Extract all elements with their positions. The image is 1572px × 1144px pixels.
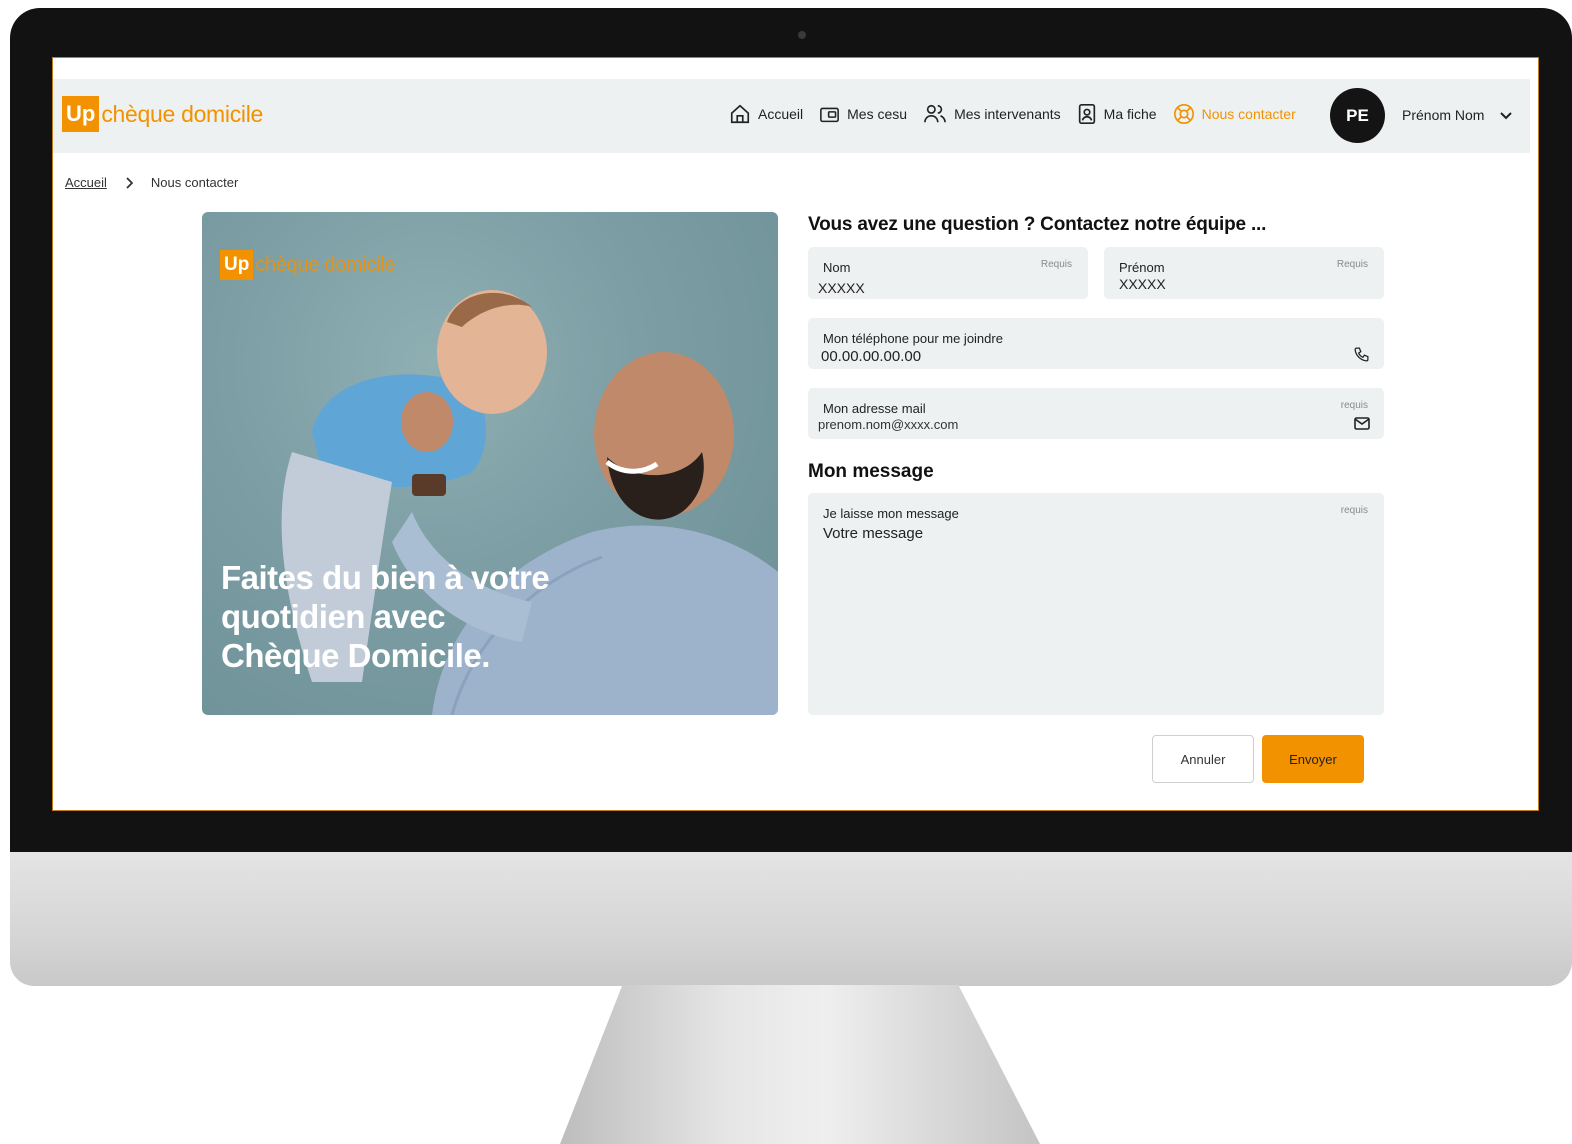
users-icon xyxy=(924,104,946,123)
nom-value: XXXXX xyxy=(818,280,865,296)
nav-label: Accueil xyxy=(758,106,804,122)
user-name[interactable]: Prénom Nom xyxy=(1402,107,1484,123)
phone-label: Mon téléphone pour me joindre xyxy=(823,331,1003,346)
email-label: Mon adresse mail xyxy=(823,401,926,416)
prenom-value: XXXXX xyxy=(1119,276,1166,292)
brand-badge: Up xyxy=(62,96,100,132)
home-icon xyxy=(730,104,750,124)
prenom-field[interactable]: Prénom Requis XXXXX xyxy=(1104,247,1384,299)
monitor-stand xyxy=(560,985,1040,1144)
brand-name: chèque domicile xyxy=(101,100,264,127)
send-button[interactable]: Envoyer xyxy=(1262,735,1364,783)
nav-item-ma-fiche[interactable]: Ma fiche xyxy=(1077,103,1157,125)
contact-card-icon xyxy=(1078,104,1095,124)
monitor-chin xyxy=(10,852,1572,986)
email-field[interactable]: Mon adresse mail requis prenom.nom@xxxx.… xyxy=(808,388,1384,439)
top-header: Up chèque domicile Accueil Mes cesu Mes … xyxy=(53,79,1530,153)
phone-field[interactable]: Mon téléphone pour me joindre 00.00.00.0… xyxy=(808,318,1384,369)
screen: Up chèque domicile Accueil Mes cesu Mes … xyxy=(52,57,1539,811)
chevron-down-icon[interactable] xyxy=(1499,109,1513,123)
breadcrumb-current: Nous contacter xyxy=(150,175,239,190)
camera-dot xyxy=(798,31,806,39)
hero-logo-name: chèque domicile xyxy=(255,253,396,276)
prenom-label: Prénom xyxy=(1119,260,1165,275)
nav-label: Nous contacter xyxy=(1201,106,1296,122)
hero-logo: Up chèque domicile xyxy=(220,250,396,280)
mail-icon xyxy=(1354,417,1370,430)
nav-item-mes-cesu[interactable]: Mes cesu xyxy=(819,105,907,124)
email-value: prenom.nom@xxxx.com xyxy=(818,417,959,432)
nav-item-mes-intervenants[interactable]: Mes intervenants xyxy=(923,103,1061,125)
lifebuoy-icon xyxy=(1173,104,1194,124)
hero-tagline-line: Faites du bien à votre xyxy=(221,559,550,596)
hero-tagline-line: Chèque Domicile. xyxy=(221,637,490,674)
nav-label: Ma fiche xyxy=(1103,106,1157,122)
cancel-button[interactable]: Annuler xyxy=(1152,735,1254,783)
nav-label: Mes cesu xyxy=(847,106,908,122)
hero-tagline: Faites du bien à votre quotidien avec Ch… xyxy=(221,558,621,675)
nom-field[interactable]: Nom Requis XXXXX xyxy=(808,247,1088,299)
phone-icon xyxy=(1354,347,1369,362)
email-required: requis xyxy=(1340,400,1368,411)
message-placeholder: Votre message xyxy=(823,525,924,542)
breadcrumb-home-link[interactable]: Accueil xyxy=(65,175,107,190)
hero-image: Up chèque domicile Faites du bien à votr… xyxy=(202,212,778,715)
avatar[interactable]: PE xyxy=(1330,88,1385,143)
message-required: requis xyxy=(1340,505,1368,516)
hero-logo-badge: Up xyxy=(220,250,254,280)
nav-item-accueil[interactable]: Accueil xyxy=(729,103,803,125)
hero-tagline-line: quotidien avec xyxy=(221,598,446,635)
prenom-required: Requis xyxy=(1336,259,1368,270)
message-label: Je laisse mon message xyxy=(823,506,959,521)
chevron-right-icon xyxy=(126,176,133,189)
nom-label: Nom xyxy=(823,260,851,275)
message-section-title: Mon message xyxy=(808,461,934,482)
main-nav: Accueil Mes cesu Mes intervenants Ma fic… xyxy=(729,103,1312,125)
nav-item-nous-contacter[interactable]: Nous contacter xyxy=(1173,103,1296,125)
wallet-icon xyxy=(820,107,840,122)
breadcrumb: Accueil Nous contacter xyxy=(65,175,238,190)
brand-logo[interactable]: Up chèque domicile xyxy=(62,96,263,132)
form-title: Vous avez une question ? Contactez notre… xyxy=(808,214,1267,235)
phone-value: 00.00.00.00.00 xyxy=(821,348,922,365)
message-textarea[interactable]: Je laisse mon message requis Votre messa… xyxy=(808,493,1384,715)
nom-required: Requis xyxy=(1040,259,1072,270)
nav-label: Mes intervenants xyxy=(954,106,1061,122)
